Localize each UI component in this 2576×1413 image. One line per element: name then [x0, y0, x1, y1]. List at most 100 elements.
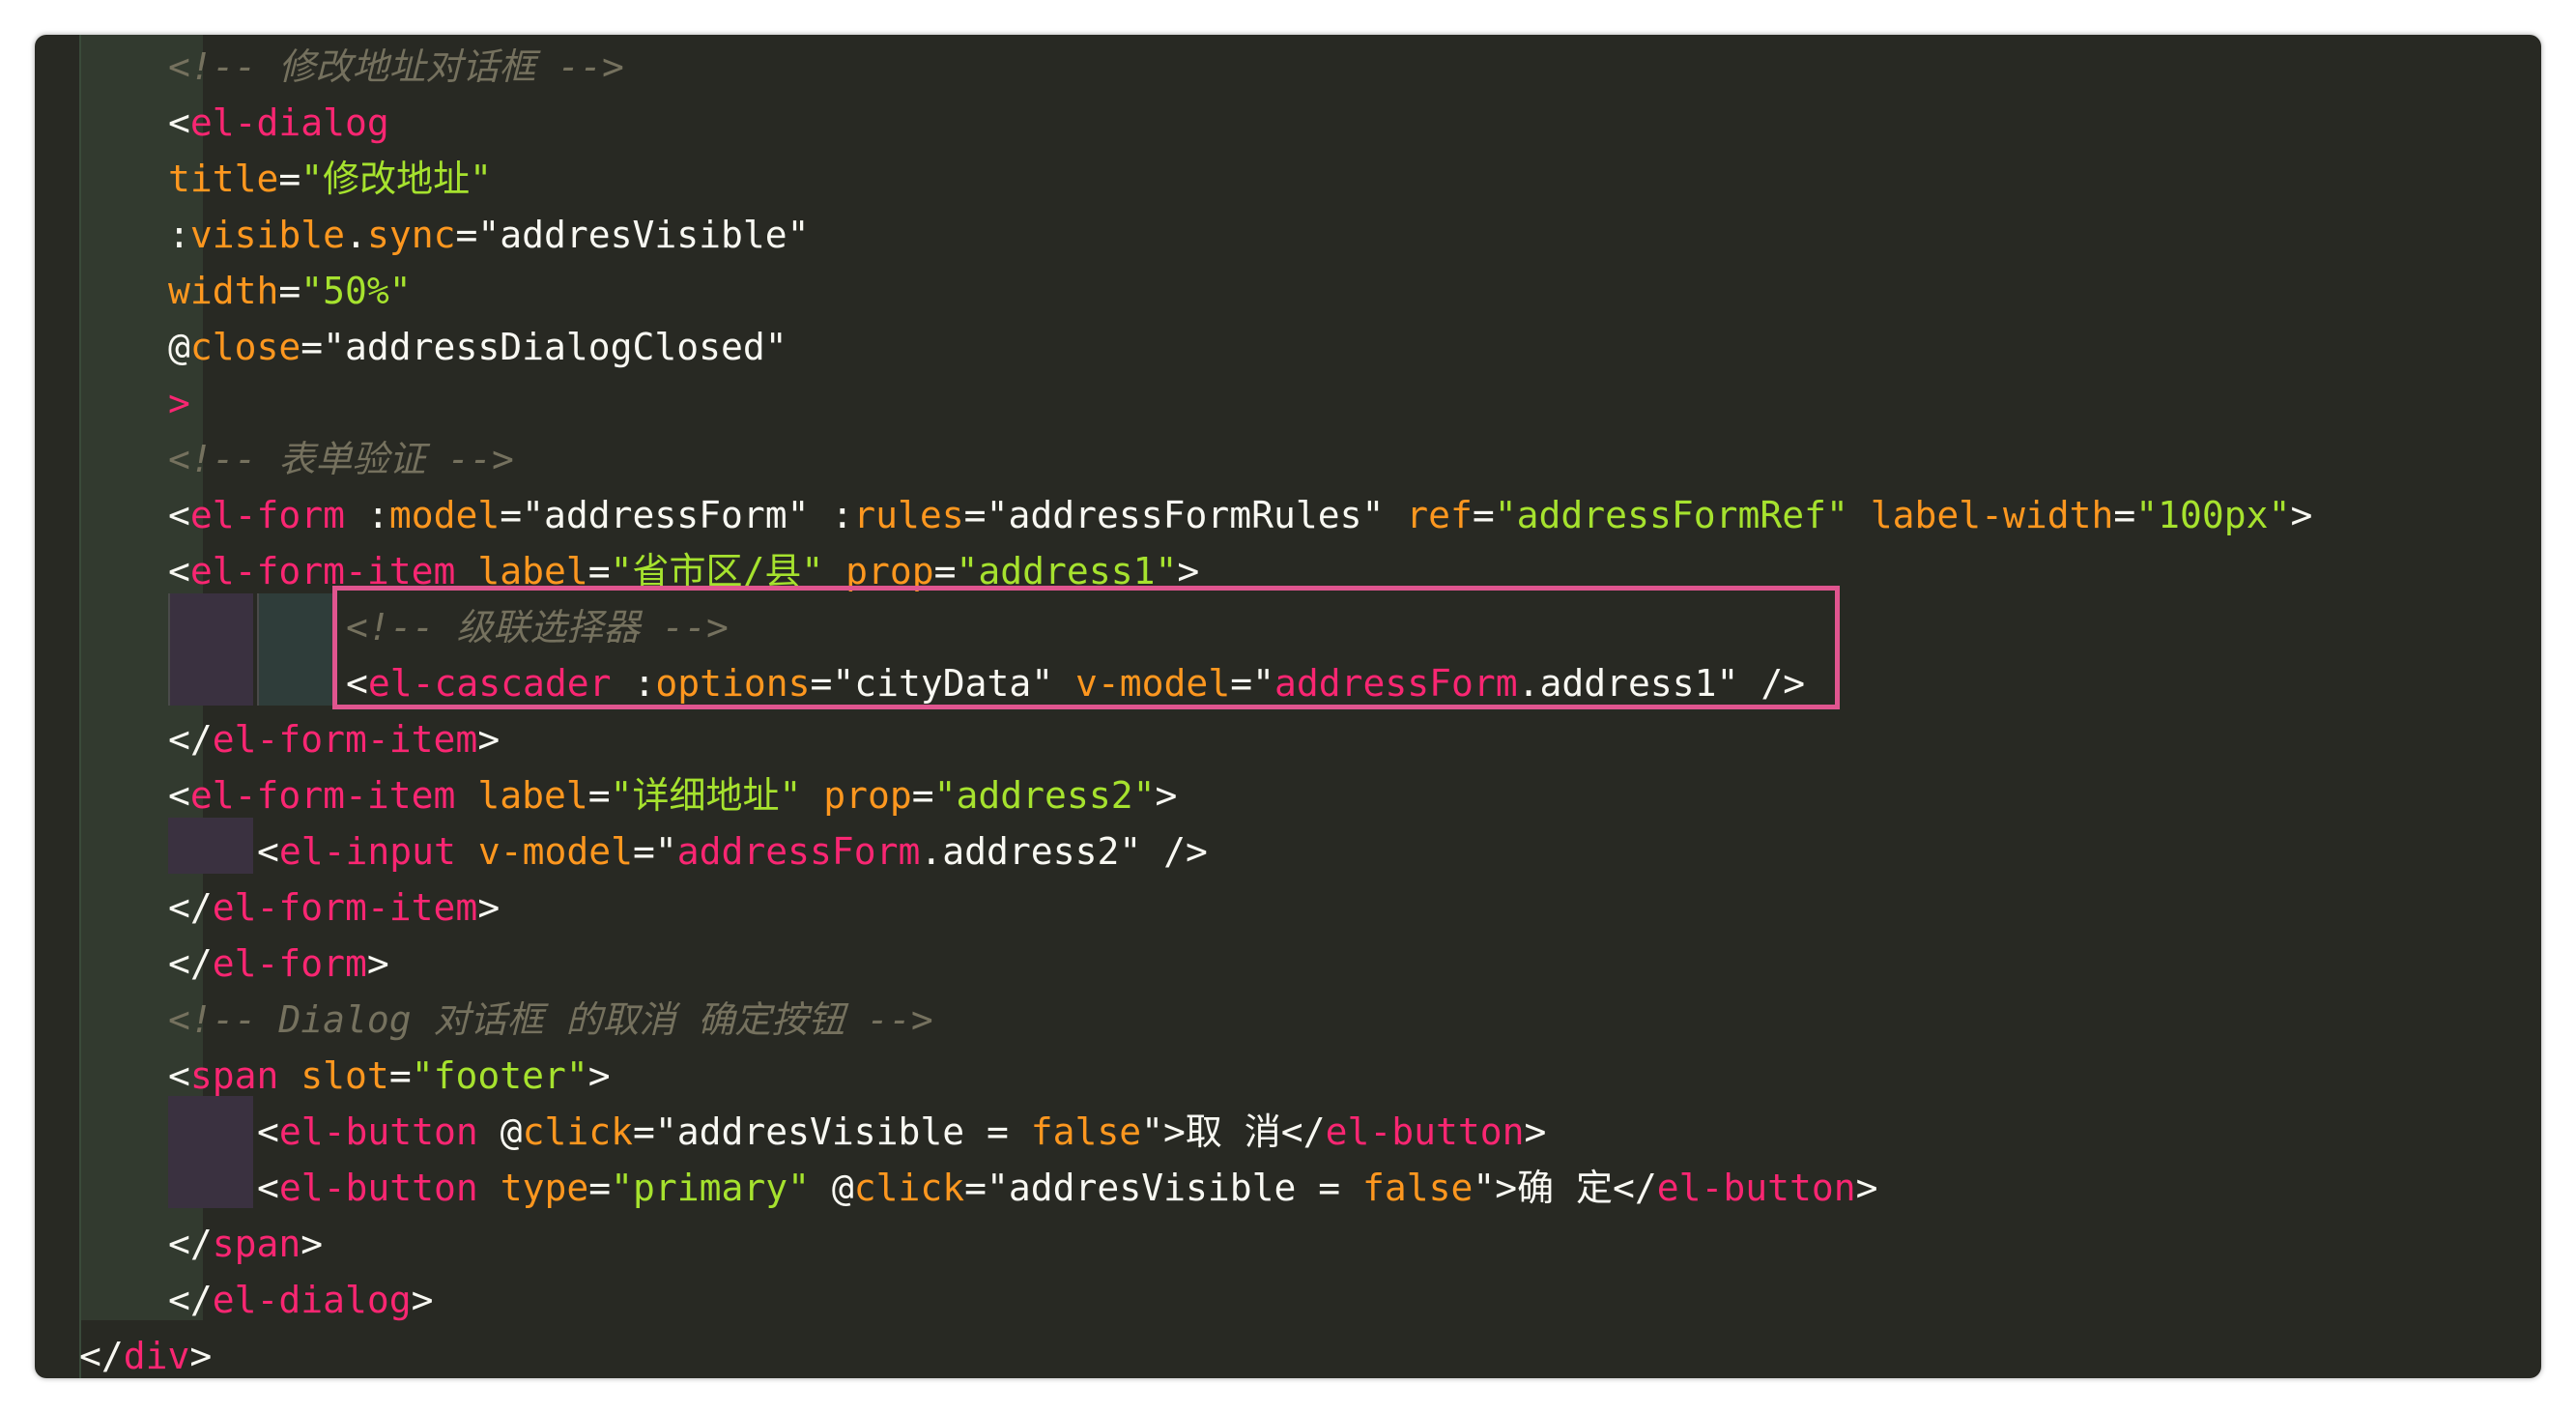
- code-token: <: [257, 1110, 279, 1153]
- code-token: <: [168, 494, 190, 536]
- code-line[interactable]: </el-form>: [168, 936, 389, 992]
- code-token: click: [522, 1110, 633, 1153]
- code-token: "addresVisible =: [987, 1167, 1362, 1209]
- code-token: =: [963, 494, 987, 536]
- code-token: "primary": [611, 1167, 810, 1209]
- code-token: visible: [189, 214, 346, 256]
- code-line[interactable]: <!-- 表单验证 -->: [168, 431, 514, 487]
- code-token: >: [477, 718, 501, 761]
- code-token: "省市区/县": [610, 550, 824, 592]
- code-line[interactable]: </span>: [168, 1216, 323, 1272]
- indent-guide-inner: [168, 593, 170, 706]
- code-token: "addresVisible": [477, 214, 810, 256]
- code-token: @: [477, 1110, 523, 1153]
- code-token: >: [587, 1054, 611, 1097]
- code-line[interactable]: <span slot="footer">: [168, 1048, 611, 1104]
- code-token: span: [189, 1054, 279, 1097]
- code-token: el-button: [1325, 1110, 1525, 1153]
- code-token: false: [1030, 1110, 1142, 1153]
- code-token: el-dialog: [189, 101, 389, 144]
- code-token: "addressDialogClosed": [323, 326, 787, 368]
- code-token: >: [1855, 1167, 1878, 1209]
- code-token: @: [810, 1167, 854, 1209]
- code-token: </: [168, 718, 213, 761]
- code-token: =: [632, 1110, 655, 1153]
- code-token: .address1" />: [1517, 662, 1806, 705]
- code-line[interactable]: </el-form-item>: [168, 711, 500, 767]
- code-token: <: [168, 101, 190, 144]
- code-line[interactable]: </el-dialog>: [168, 1272, 434, 1328]
- code-line[interactable]: @close="addressDialogClosed": [168, 319, 787, 375]
- code-line[interactable]: <!-- Dialog 对话框 的取消 确定按钮 -->: [168, 992, 933, 1048]
- code-token: rules: [853, 494, 964, 536]
- code-token: :: [611, 662, 656, 705]
- code-token: prop: [823, 774, 912, 817]
- code-token: addressForm: [676, 830, 921, 873]
- code-token: el-form: [212, 942, 367, 985]
- code-token: el-button: [278, 1167, 478, 1209]
- code-token: =: [2113, 494, 2136, 536]
- code-token: slot: [301, 1054, 389, 1097]
- code-token: =: [632, 830, 655, 873]
- code-line[interactable]: width="50%": [168, 263, 412, 319]
- code-token: type: [500, 1167, 589, 1209]
- code-token: <: [257, 1167, 279, 1209]
- code-line[interactable]: <!-- 修改地址对话框 -->: [168, 39, 624, 95]
- code-line[interactable]: <!-- 级联选择器 -->: [346, 599, 729, 655]
- code-token: v-model: [1075, 662, 1231, 705]
- code-token: :: [168, 214, 190, 256]
- code-line[interactable]: <el-form-item label="省市区/县" prop="addres…: [168, 543, 1199, 599]
- code-token: "addressFormRules": [986, 494, 1385, 536]
- code-token: <!-- 级联选择器 -->: [346, 606, 729, 649]
- code-line[interactable]: :visible.sync="addresVisible": [168, 207, 810, 263]
- code-line[interactable]: <el-cascader :options="cityData" v-model…: [346, 655, 1805, 711]
- code-line[interactable]: >: [168, 375, 190, 431]
- indent-band-cascader: [168, 593, 253, 706]
- code-line[interactable]: </el-form-item>: [168, 880, 500, 936]
- code-token: div: [123, 1335, 190, 1377]
- code-token: addressForm: [1274, 662, 1518, 705]
- code-token: "cityData": [832, 662, 1054, 705]
- code-token: close: [189, 326, 301, 368]
- code-token: </: [168, 942, 213, 985]
- code-token: </: [168, 1279, 213, 1321]
- code-token: "footer": [411, 1054, 588, 1097]
- code-token: click: [853, 1167, 965, 1209]
- code-token: >: [1155, 774, 1178, 817]
- code-token: =: [587, 774, 611, 817]
- code-line[interactable]: <el-form-item label="详细地址" prop="address…: [168, 767, 1177, 823]
- code-line[interactable]: <el-button @click="addresVisible = false…: [257, 1104, 1546, 1160]
- code-line[interactable]: title="修改地址": [168, 151, 492, 207]
- code-token: :: [809, 494, 854, 536]
- code-token: <!-- 表单验证 -->: [168, 438, 514, 480]
- code-line[interactable]: </div>: [79, 1328, 212, 1378]
- code-token: ": [1252, 662, 1274, 705]
- code-token: =: [278, 158, 301, 200]
- indent-band-input: [168, 818, 253, 874]
- code-line[interactable]: <el-input v-model="addressForm.address2"…: [257, 823, 1208, 880]
- code-token: >: [301, 1223, 324, 1265]
- code-token: el-input: [278, 830, 456, 873]
- code-token: >: [477, 886, 501, 929]
- code-line[interactable]: <el-dialog: [168, 95, 389, 151]
- code-token: =: [588, 1167, 612, 1209]
- code-token: =: [301, 326, 324, 368]
- code-token: "修改地址": [301, 158, 493, 200]
- indent-band-buttons: [168, 1096, 253, 1208]
- code-line[interactable]: <el-form :model="addressForm" :rules="ad…: [168, 487, 2312, 543]
- code-token: "详细地址": [610, 774, 802, 817]
- code-token: el-dialog: [212, 1279, 412, 1321]
- code-token: <!-- 修改地址对话框 -->: [168, 45, 624, 88]
- code-token: </: [79, 1335, 124, 1377]
- code-token: "address2": [933, 774, 1156, 817]
- code-token: >: [1524, 1110, 1547, 1153]
- code-line[interactable]: <el-button type="primary" @click="addres…: [257, 1160, 1878, 1216]
- code-token: =: [1230, 662, 1253, 705]
